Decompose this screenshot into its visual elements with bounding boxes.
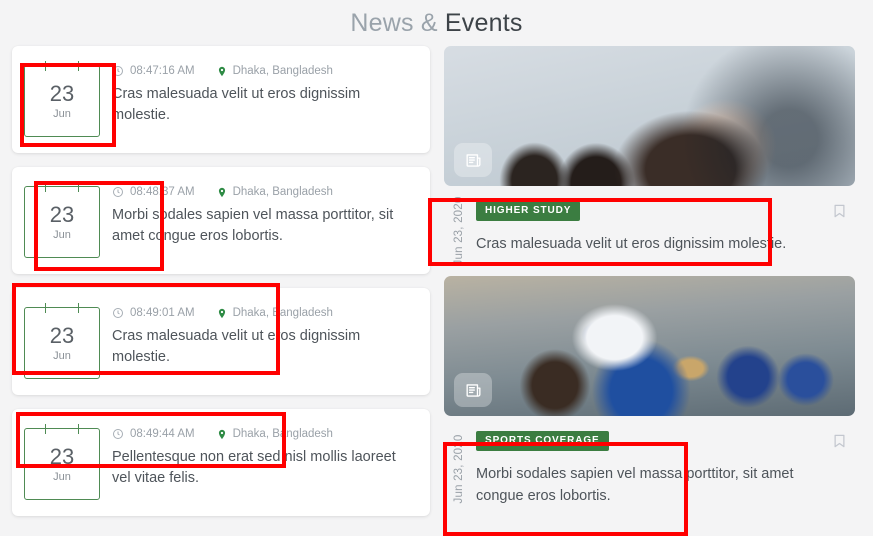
news-date-vertical: Jun 23, 2020 — [450, 197, 468, 266]
calendar-icon: 23 Jun — [24, 61, 100, 137]
newspaper-icon — [454, 143, 492, 177]
event-text: Cras malesuada velit ut eros dignissim m… — [112, 328, 361, 365]
calendar-ring-right — [78, 303, 79, 313]
news-date-vertical: Jun 23, 2020 — [450, 430, 468, 507]
event-text: Pellentesque non erat sed nisl mollis la… — [112, 449, 396, 486]
event-day: 23 — [49, 443, 75, 469]
calendar-ring-left — [45, 182, 46, 192]
page-title: News & Events — [0, 0, 873, 40]
event-month: Jun — [53, 349, 71, 362]
calendar-icon: 23 Jun — [24, 303, 100, 379]
news-category-badge[interactable]: SPORTS COVERAGE — [476, 431, 609, 451]
calendar-ring-right — [78, 424, 79, 434]
news-headline[interactable]: Cras malesuada velit ut eros dignissim m… — [476, 233, 821, 255]
calendar-ring-right — [78, 182, 79, 192]
event-body: 08:47:16 AM Dhaka, Bangladesh Cras males… — [112, 62, 416, 126]
event-location: Dhaka, Bangladesh — [232, 65, 333, 77]
calendar-ring-left — [45, 303, 46, 313]
page-title-light: News & — [350, 9, 438, 37]
news-meta: Jun 23, 2020 HIGHER STUDY Cras malesuada… — [444, 186, 855, 266]
content-columns: 23 Jun 08:47:16 AM Dhaka, Bangladesh Cra… — [0, 40, 873, 530]
calendar-icon: 23 Jun — [24, 424, 100, 500]
news-category-badge[interactable]: HIGHER STUDY — [476, 201, 581, 221]
location-pin-icon — [217, 307, 227, 320]
event-location: Dhaka, Bangladesh — [232, 186, 333, 198]
location-pin-icon — [217, 65, 227, 78]
event-day: 23 — [49, 80, 75, 106]
newspaper-icon — [454, 373, 492, 407]
event-meta: 08:47:16 AM Dhaka, Bangladesh — [112, 64, 416, 78]
news-content: SPORTS COVERAGE Morbi sodales sapien vel… — [468, 430, 821, 507]
event-day: 23 — [49, 322, 75, 348]
clock-icon — [112, 186, 124, 198]
bookmark-icon — [832, 432, 847, 455]
calendar-icon: 23 Jun — [24, 182, 100, 258]
news-item[interactable]: Jun 23, 2020 HIGHER STUDY Cras malesuada… — [444, 46, 855, 266]
event-card[interactable]: 23 Jun 08:49:44 AM Dhaka, Bangladesh Pel… — [12, 409, 430, 516]
events-column: 23 Jun 08:47:16 AM Dhaka, Bangladesh Cra… — [12, 46, 430, 530]
news-item[interactable]: Jun 23, 2020 SPORTS COVERAGE Morbi sodal… — [444, 276, 855, 511]
event-card[interactable]: 23 Jun 08:48:37 AM Dhaka, Bangladesh Mor… — [12, 167, 430, 274]
bookmark-button[interactable] — [821, 200, 847, 225]
clock-icon — [112, 428, 124, 440]
clock-icon — [112, 307, 124, 319]
event-day: 23 — [49, 201, 75, 227]
news-thumbnail[interactable] — [444, 46, 855, 186]
news-date: Jun 23, 2020 — [453, 196, 465, 266]
event-location: Dhaka, Bangladesh — [232, 428, 333, 440]
bookmark-icon — [832, 202, 847, 225]
news-headline[interactable]: Morbi sodales sapien vel massa porttitor… — [476, 463, 821, 507]
clock-icon — [112, 65, 124, 77]
news-date: Jun 23, 2020 — [453, 434, 465, 503]
location-pin-icon — [217, 186, 227, 199]
news-column: Jun 23, 2020 HIGHER STUDY Cras malesuada… — [444, 46, 855, 521]
calendar-ring-right — [78, 61, 79, 71]
event-text: Cras malesuada velit ut eros dignissim m… — [112, 86, 361, 123]
bookmark-button[interactable] — [821, 430, 847, 455]
location-pin-icon — [217, 428, 227, 441]
event-body: 08:49:01 AM Dhaka, Bangladesh Cras males… — [112, 304, 416, 368]
calendar-ring-left — [45, 424, 46, 434]
event-month: Jun — [53, 107, 71, 120]
event-month: Jun — [53, 228, 71, 241]
event-meta: 08:49:44 AM Dhaka, Bangladesh — [112, 427, 416, 441]
event-card[interactable]: 23 Jun 08:49:01 AM Dhaka, Bangladesh Cra… — [12, 288, 430, 395]
event-body: 08:48:37 AM Dhaka, Bangladesh Morbi soda… — [112, 183, 416, 247]
event-time: 08:47:16 AM — [130, 65, 195, 77]
event-time: 08:49:01 AM — [130, 307, 195, 319]
event-location: Dhaka, Bangladesh — [232, 307, 333, 319]
event-card[interactable]: 23 Jun 08:47:16 AM Dhaka, Bangladesh Cra… — [12, 46, 430, 153]
event-meta: 08:48:37 AM Dhaka, Bangladesh — [112, 185, 416, 199]
news-content: HIGHER STUDY Cras malesuada velit ut ero… — [468, 200, 821, 255]
event-time: 08:49:44 AM — [130, 428, 195, 440]
event-time: 08:48:37 AM — [130, 186, 195, 198]
calendar-ring-left — [45, 61, 46, 71]
event-text: Morbi sodales sapien vel massa porttitor… — [112, 207, 394, 244]
news-meta: Jun 23, 2020 SPORTS COVERAGE Morbi sodal… — [444, 416, 855, 511]
event-body: 08:49:44 AM Dhaka, Bangladesh Pellentesq… — [112, 425, 416, 489]
news-thumbnail[interactable] — [444, 276, 855, 416]
event-month: Jun — [53, 470, 71, 483]
event-meta: 08:49:01 AM Dhaka, Bangladesh — [112, 306, 416, 320]
page-title-dark: Events — [444, 9, 523, 37]
